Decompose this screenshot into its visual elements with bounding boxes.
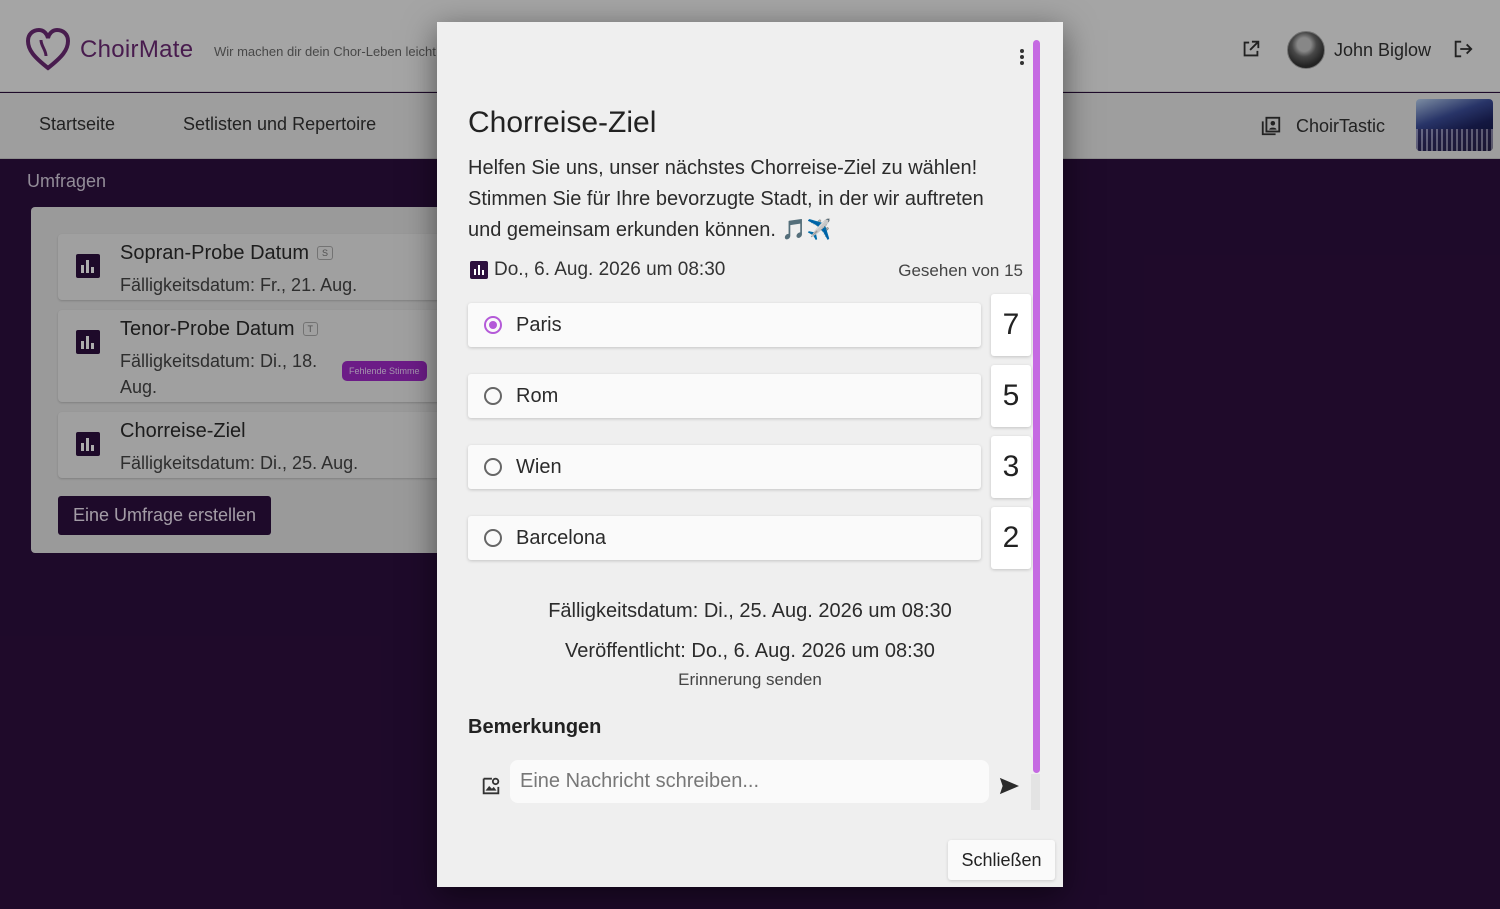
published-info: Veröffentlicht: Do., 6. Aug. 2026 um 08:… (565, 640, 935, 662)
seen-count[interactable]: Gesehen von 15 (898, 261, 1023, 281)
radio-unselected[interactable] (484, 529, 502, 547)
more-vert-icon[interactable] (1017, 48, 1027, 68)
poll-option[interactable]: Rom (468, 374, 981, 418)
poll-icon (470, 261, 488, 279)
send-icon[interactable] (998, 776, 1020, 796)
close-button[interactable]: Schließen (948, 840, 1055, 880)
send-reminder-link[interactable]: Erinnerung senden (437, 670, 1063, 690)
poll-option[interactable]: Wien (468, 445, 981, 489)
vote-count[interactable]: 2 (991, 507, 1031, 569)
radio-selected[interactable] (484, 316, 502, 334)
remarks-title: Bemerkungen (468, 716, 602, 738)
vote-count[interactable]: 5 (991, 365, 1031, 427)
option-label: Wien (516, 456, 562, 478)
option-label: Rom (516, 385, 559, 407)
scrollbar-track[interactable] (1031, 774, 1040, 810)
radio-unselected[interactable] (484, 387, 502, 405)
published-date: Do., 6. Aug. 2026 um 08:30 (494, 259, 726, 280)
option-label: Paris (516, 314, 562, 336)
dialog-description: Helfen Sie uns, unser nächstes Chorreise… (468, 157, 984, 241)
poll-option[interactable]: Barcelona (468, 516, 981, 560)
option-label: Barcelona (516, 527, 607, 549)
radio-unselected[interactable] (484, 458, 502, 476)
image-upload-icon[interactable] (480, 775, 502, 797)
poll-option[interactable]: Paris (468, 303, 981, 347)
due-date: Fälligkeitsdatum: Di., 25. Aug. 2026 um … (548, 600, 952, 622)
survey-dialog: Chorreise-Ziel Helfen Sie uns, unser näc… (437, 22, 1063, 887)
message-input[interactable] (510, 760, 989, 803)
vote-count[interactable]: 3 (991, 436, 1031, 498)
scrollbar[interactable] (1033, 40, 1040, 773)
dialog-title: Chorreise-Ziel (468, 106, 657, 139)
vote-count[interactable]: 7 (991, 294, 1031, 356)
